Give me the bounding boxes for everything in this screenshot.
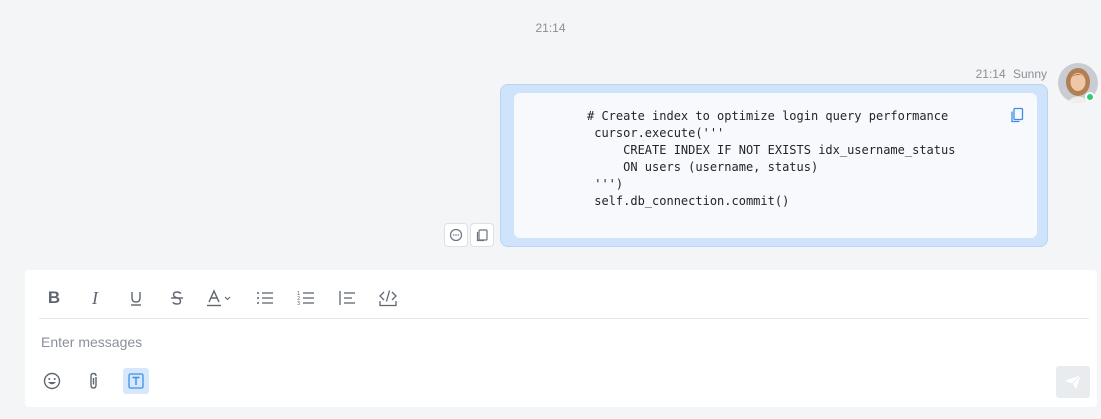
send-button[interactable] [1056, 366, 1090, 398]
online-status-dot [1085, 92, 1095, 102]
code-block-button[interactable] [375, 285, 401, 311]
font-color-button[interactable] [205, 285, 237, 311]
strikethrough-icon [171, 291, 183, 305]
underline-button[interactable] [123, 285, 149, 311]
copy-icon [476, 229, 488, 242]
reply-button[interactable] [444, 223, 468, 247]
attachment-button[interactable] [81, 368, 107, 394]
formatting-toolbar: B I 1 2 3 [41, 285, 416, 311]
code-line: ''') [587, 177, 624, 191]
composer-actions [39, 368, 159, 394]
send-icon [1065, 374, 1082, 389]
code-line: ON users (username, status) [587, 160, 819, 174]
copy-code-button[interactable] [1010, 107, 1024, 123]
quote-icon [339, 291, 355, 305]
code-text: # Create index to optimize login query p… [587, 108, 955, 210]
svg-text:3: 3 [297, 301, 300, 306]
message-bubble: # Create index to optimize login query p… [500, 84, 1048, 247]
code-line: CREATE INDEX IF NOT EXISTS idx_username_… [587, 143, 956, 157]
emoji-button[interactable] [39, 368, 65, 394]
code-line: # Create index to optimize login query p… [587, 109, 949, 123]
chat-area: 21:14 21:14 Sunny # Create index to opti… [0, 0, 1101, 265]
message-meta: 21:14 Sunny [976, 67, 1047, 81]
code-block-icon [379, 290, 397, 307]
text-format-icon [128, 373, 144, 389]
code-line: self.db_connection.commit() [587, 194, 790, 208]
message-composer: B I 1 2 3 Enter messages [25, 270, 1097, 407]
font-color-icon [207, 289, 231, 307]
copy-message-button[interactable] [470, 223, 494, 247]
strikethrough-button[interactable] [164, 285, 190, 311]
message-actions [444, 223, 494, 247]
attachment-icon [90, 372, 97, 389]
message-input[interactable] [41, 330, 1041, 354]
bold-button[interactable]: B [41, 285, 67, 311]
message-sender: Sunny [1012, 67, 1047, 81]
bulleted-list-button[interactable] [252, 285, 278, 311]
code-line: cursor.execute(''' [587, 126, 725, 140]
composer-divider [39, 318, 1089, 319]
chat-bubble-icon [449, 228, 463, 242]
message-time: 21:14 [975, 67, 1006, 81]
quote-button[interactable] [334, 285, 360, 311]
bulleted-list-icon [257, 292, 273, 304]
copy-code-icon [1011, 107, 1024, 123]
time-divider: 21:14 [535, 21, 566, 35]
italic-button[interactable]: I [82, 285, 108, 311]
numbered-list-button[interactable]: 1 2 3 [293, 285, 319, 311]
underline-icon [131, 292, 141, 306]
numbered-list-icon: 1 2 3 [297, 291, 314, 306]
code-block: # Create index to optimize login query p… [514, 93, 1037, 238]
emoji-icon [43, 372, 61, 390]
text-format-button[interactable] [123, 368, 149, 394]
